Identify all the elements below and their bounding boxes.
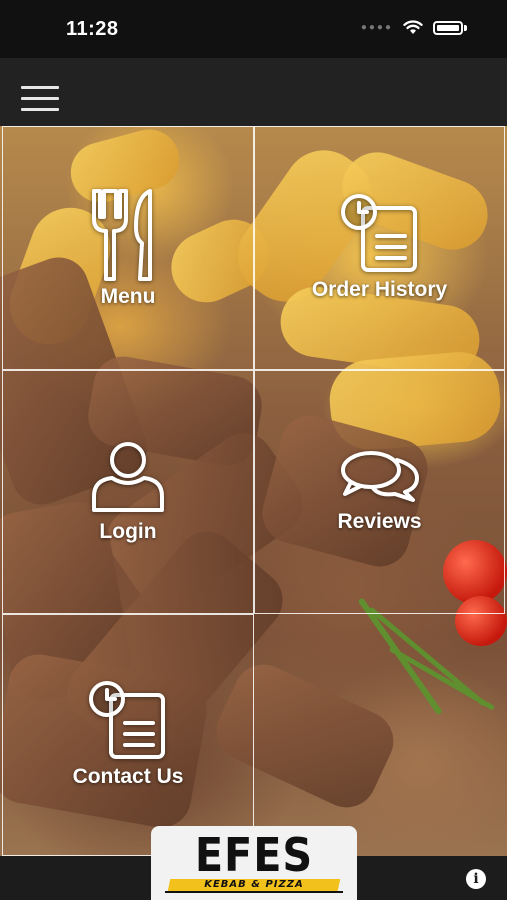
- order-history-tile[interactable]: Order History: [254, 126, 505, 370]
- user-icon: [92, 442, 164, 512]
- efes-logo: EFES KEBAB & PIZZA: [151, 826, 357, 900]
- reviews-tile[interactable]: Reviews: [254, 370, 505, 614]
- login-tile[interactable]: Login: [2, 370, 254, 614]
- status-time: 11:28: [66, 18, 119, 40]
- reviews-label: Reviews: [337, 510, 422, 533]
- contact-us-label: Contact Us: [72, 765, 184, 788]
- battery-icon: [433, 20, 463, 35]
- status-bar: 11:28 ●●●●: [0, 0, 507, 58]
- cutlery-icon: [92, 189, 152, 281]
- menu-tile[interactable]: Menu: [2, 126, 254, 370]
- status-icons: ●●●●: [361, 20, 467, 35]
- navigation-bar: [0, 58, 507, 126]
- order-history-label: Order History: [311, 278, 448, 301]
- wifi-icon: [403, 20, 423, 34]
- logo-title: EFES: [194, 828, 314, 882]
- info-icon[interactable]: i: [466, 869, 486, 889]
- contact-us-tile[interactable]: Contact Us: [2, 614, 254, 856]
- logo-subtitle: KEBAB & PIZZA: [204, 879, 304, 890]
- login-label: Login: [99, 520, 157, 543]
- chat-bubbles-icon: [340, 451, 419, 502]
- hamburger-icon[interactable]: [21, 86, 59, 112]
- logo-underline: [165, 891, 343, 893]
- signal-icon: ●●●●: [360, 22, 393, 33]
- menu-label: Menu: [100, 285, 156, 308]
- clock-document-icon: [89, 681, 165, 759]
- clock-document-icon: [340, 194, 417, 272]
